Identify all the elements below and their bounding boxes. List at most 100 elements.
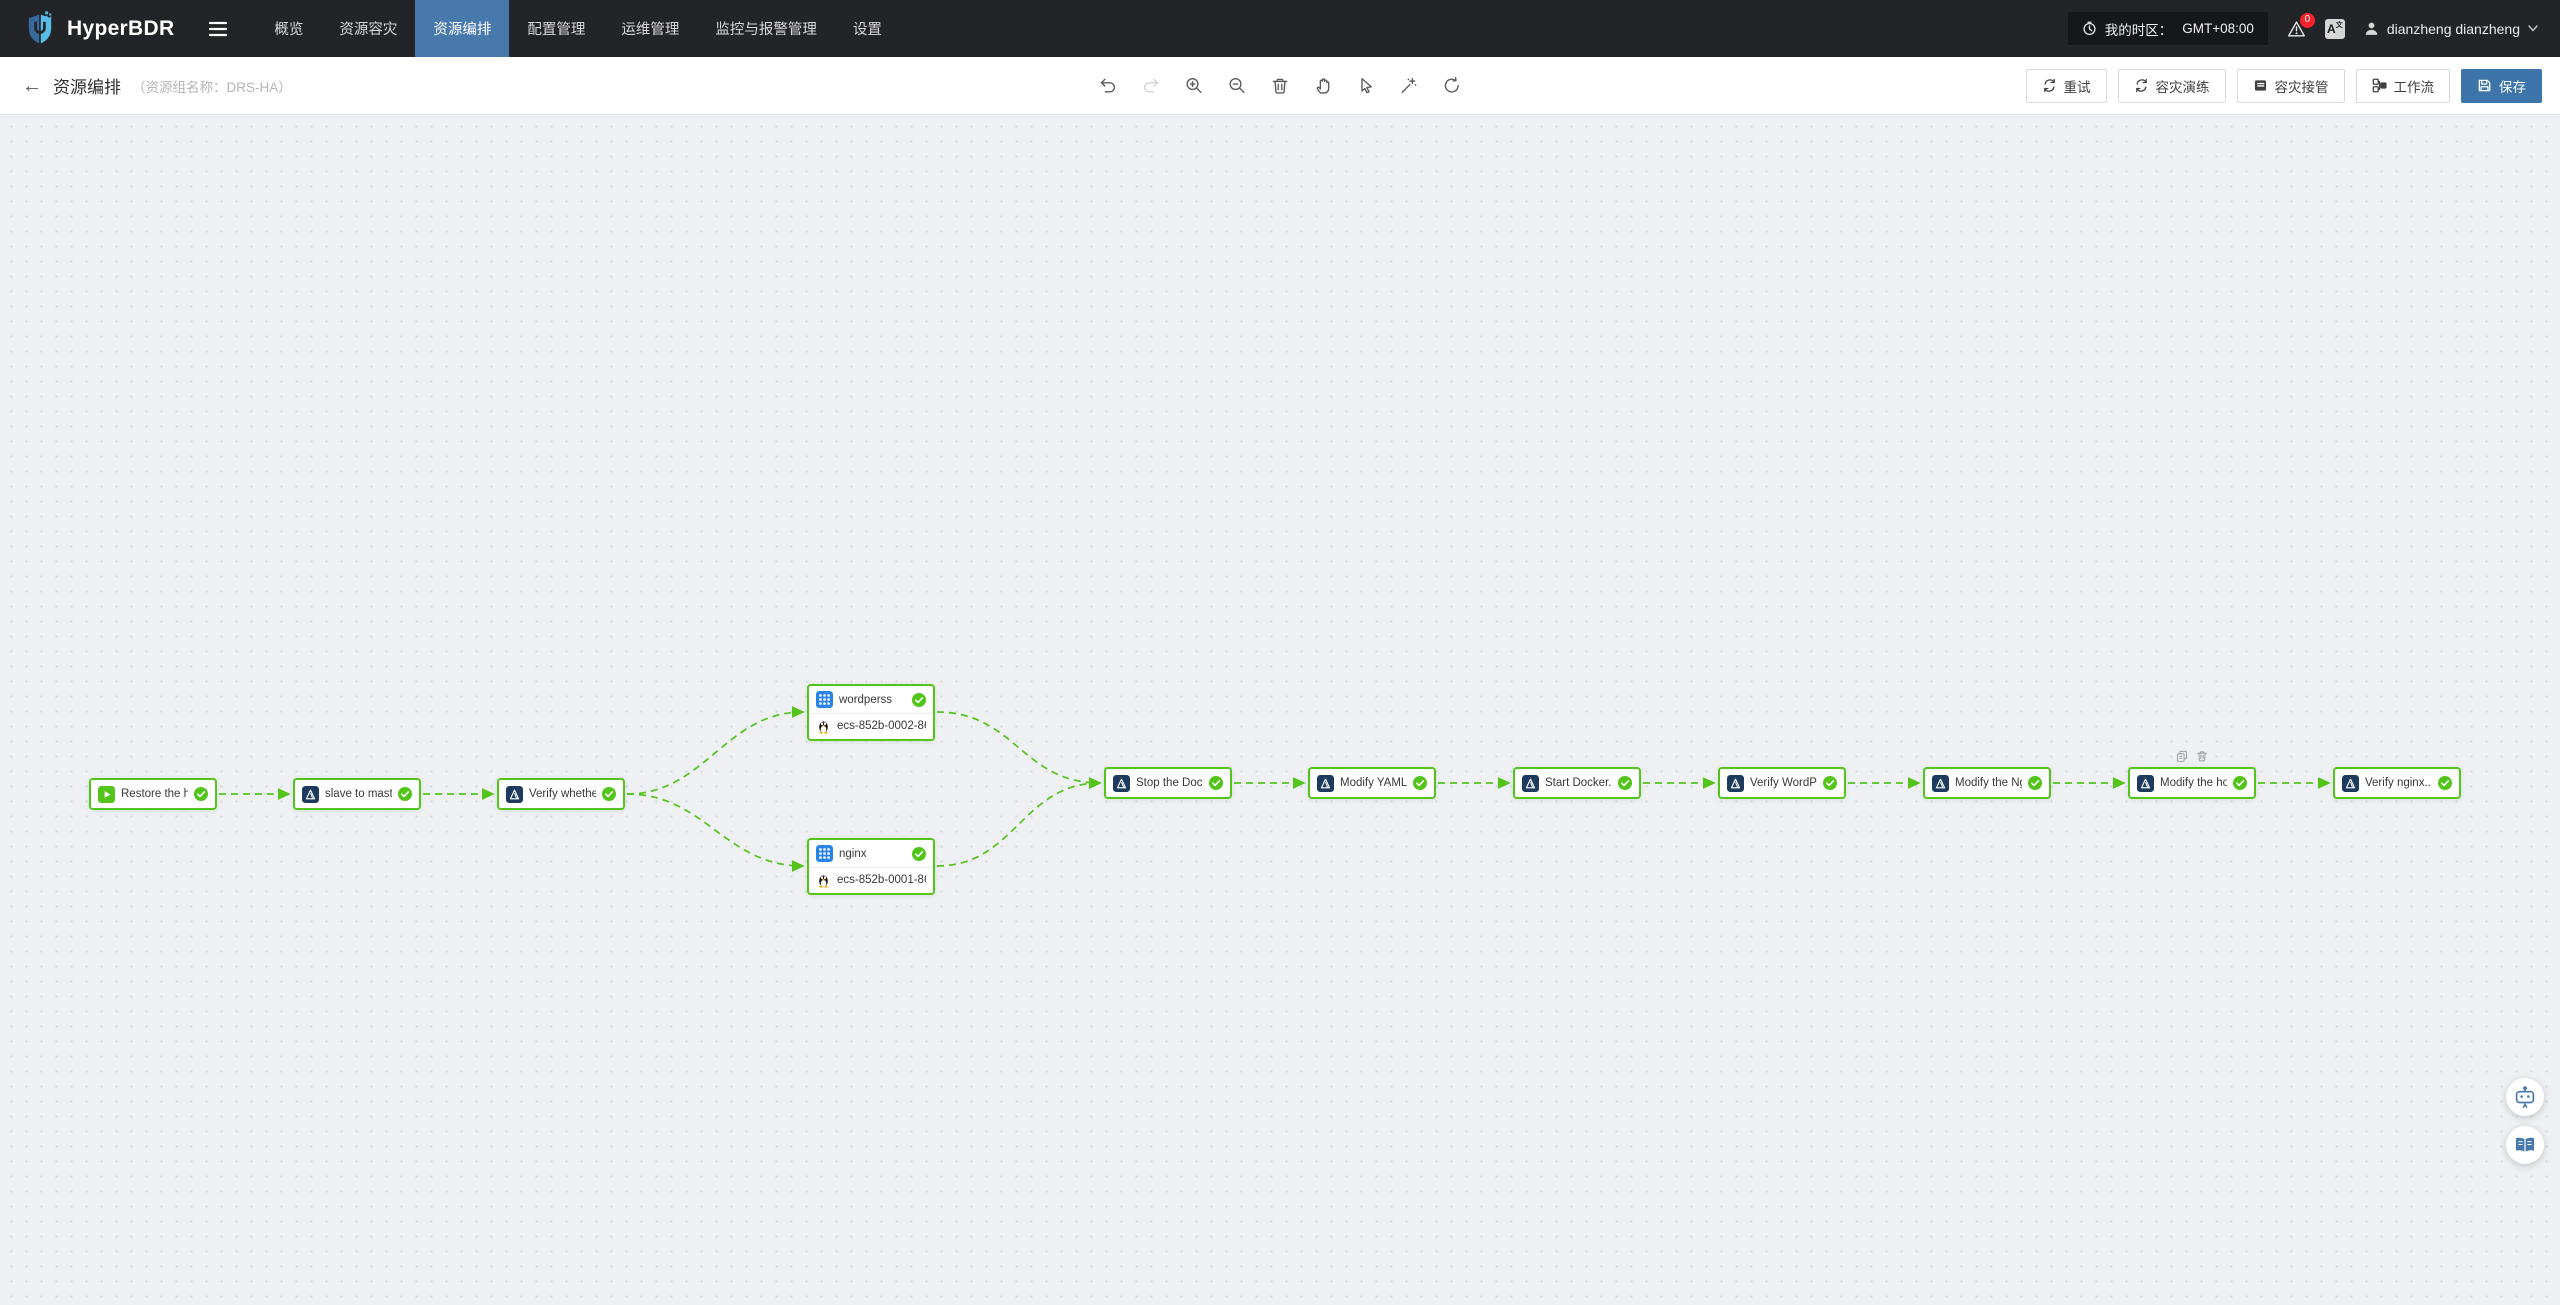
status-success-icon — [2438, 776, 2452, 790]
status-success-icon — [602, 787, 616, 801]
workflow-node-n2[interactable]: slave to master — [293, 778, 421, 810]
takeover-button[interactable]: 容灾接管 — [2236, 68, 2345, 103]
play-icon — [98, 785, 115, 803]
user-name: dianzheng dianzheng — [2386, 20, 2520, 37]
timezone-value: GMT+08:00 — [2182, 21, 2254, 36]
user-menu[interactable]: dianzheng dianzheng — [2364, 21, 2538, 37]
ansible-icon — [2342, 774, 2359, 792]
node-label: Modify the Nginx... — [1955, 777, 2022, 789]
brand[interactable]: HyperBDR — [0, 10, 202, 47]
linux-tux-icon — [816, 719, 831, 734]
save-button[interactable]: 保存 — [2461, 68, 2542, 103]
workflow-node-n4[interactable]: Stop the Docker... — [1104, 767, 1232, 799]
drill-label: 容灾演练 — [2155, 79, 2210, 95]
header-actions: 重试 容灾演练 容灾接管 工作流 保存 — [2025, 68, 2560, 103]
workflow-node-n9[interactable]: Modify the hosts... — [2128, 750, 2256, 799]
status-success-icon — [912, 846, 926, 861]
ansible-icon — [1113, 774, 1130, 792]
brand-name: HyperBDR — [67, 16, 175, 40]
retry-button[interactable]: 重试 — [2025, 68, 2107, 103]
save-icon — [2477, 78, 2492, 93]
tool-redo-icon — [1142, 76, 1161, 95]
workflow-node-wp[interactable]: wordperss ecs-852b-0002-864e — [807, 684, 935, 741]
node-label: nginx — [839, 847, 867, 860]
drill-icon — [2134, 78, 2149, 93]
delete-node-icon[interactable] — [2196, 750, 2208, 762]
timezone-label: 我的时区： — [2104, 22, 2173, 38]
workflow-canvas[interactable]: Restore the host slave to master Verify wh… — [0, 115, 2560, 1305]
takeover-icon — [2253, 78, 2268, 93]
hamburger-menu-icon[interactable] — [202, 21, 256, 37]
status-success-icon — [1618, 776, 1632, 790]
nav-item-2[interactable]: 资源容灾 — [321, 0, 415, 57]
nav-item-6[interactable]: 监控与报警管理 — [697, 0, 835, 57]
tool-select-icon[interactable] — [1357, 76, 1376, 95]
nav-item-1[interactable]: 概览 — [256, 0, 321, 57]
status-success-icon — [2233, 776, 2247, 790]
docs-fab[interactable] — [2506, 1126, 2544, 1164]
retry-icon — [2042, 78, 2057, 93]
workflow-label: 工作流 — [2393, 79, 2435, 95]
tool-delete-icon[interactable] — [1271, 76, 1290, 95]
node-label: Restore the host — [121, 788, 188, 800]
workflow-node-ng[interactable]: nginx ecs-852b-0001-86a2 — [807, 838, 935, 895]
workflow-icon — [2372, 78, 2387, 93]
timezone-selector[interactable]: 我的时区： GMT+08:00 — [2067, 12, 2268, 45]
nav-item-4[interactable]: 配置管理 — [509, 0, 603, 57]
resource-group-name: （资源组名称：DRS-HA） — [132, 79, 292, 95]
ansible-icon — [506, 785, 523, 803]
page-header: ← 资源编排 （资源组名称：DRS-HA） 重试 容灾演练 容灾接管 工作流 保存 — [0, 57, 2560, 115]
linux-tux-icon — [816, 873, 831, 888]
ansible-icon — [1317, 774, 1334, 792]
nav-menu: 概览 资源容灾 资源编排 配置管理 运维管理 监控与报警管理 设置 — [256, 0, 900, 57]
node-label: Stop the Docker... — [1136, 777, 1203, 789]
status-success-icon — [1413, 776, 1427, 790]
clock-icon — [2082, 21, 2097, 36]
hyperbdr-logo-icon — [24, 10, 56, 47]
drill-button[interactable]: 容灾演练 — [2117, 68, 2226, 103]
retry-label: 重试 — [2063, 79, 2091, 95]
workflow-node-n5[interactable]: Modify YAML... — [1308, 767, 1436, 799]
workflow-node-n8[interactable]: Modify the Nginx... — [1923, 767, 2051, 799]
workflow-node-n3[interactable]: Verify whether th... — [497, 778, 625, 810]
workflow-node-n1[interactable]: Restore the host — [89, 778, 217, 810]
status-success-icon — [912, 692, 926, 707]
workflow-node-n10[interactable]: Verify nginx... — [2333, 767, 2461, 799]
tool-refresh-icon[interactable] — [1443, 76, 1462, 95]
status-success-icon — [1209, 776, 1223, 790]
alarm-button[interactable]: 0 — [2287, 12, 2315, 38]
nav-item-5[interactable]: 运维管理 — [603, 0, 697, 57]
chevron-down-icon — [2528, 25, 2538, 32]
language-switch-icon[interactable]: A文 — [2324, 18, 2345, 39]
status-success-icon — [194, 787, 208, 801]
robot-icon — [2513, 1085, 2537, 1109]
assistant-fab[interactable] — [2506, 1078, 2544, 1116]
save-label: 保存 — [2499, 79, 2526, 95]
ansible-icon — [1727, 774, 1744, 792]
node-hover-actions — [2176, 750, 2208, 762]
status-success-icon — [2028, 776, 2042, 790]
copy-node-icon[interactable] — [2176, 750, 2188, 762]
tool-undo-icon[interactable] — [1099, 76, 1118, 95]
tool-pan-icon[interactable] — [1314, 76, 1333, 95]
alarm-count-badge: 0 — [2299, 12, 2315, 28]
workflow-node-n7[interactable]: Verify WordPress... — [1718, 767, 1846, 799]
tool-wand-icon[interactable] — [1400, 76, 1419, 95]
group-icon — [816, 845, 833, 862]
ansible-icon — [1932, 774, 1949, 792]
workflow-button[interactable]: 工作流 — [2355, 68, 2450, 103]
workflow-node-n6[interactable]: Start Docker... — [1513, 767, 1641, 799]
group-icon — [816, 691, 833, 708]
node-label: Start Docker... — [1545, 777, 1612, 789]
tool-zoom-out-icon[interactable] — [1228, 76, 1247, 95]
back-button[interactable]: ← — [22, 76, 42, 96]
page-title: 资源编排 — [53, 78, 121, 97]
node-host-name: ecs-852b-0001-86a2 — [837, 874, 926, 886]
node-label: slave to master — [325, 788, 392, 800]
nav-item-7[interactable]: 设置 — [835, 0, 900, 57]
user-avatar-icon — [2364, 21, 2379, 36]
nav-item-3-active[interactable]: 资源编排 — [415, 0, 510, 57]
ansible-icon — [2137, 774, 2154, 792]
book-icon — [2513, 1133, 2537, 1157]
tool-zoom-in-icon[interactable] — [1185, 76, 1204, 95]
